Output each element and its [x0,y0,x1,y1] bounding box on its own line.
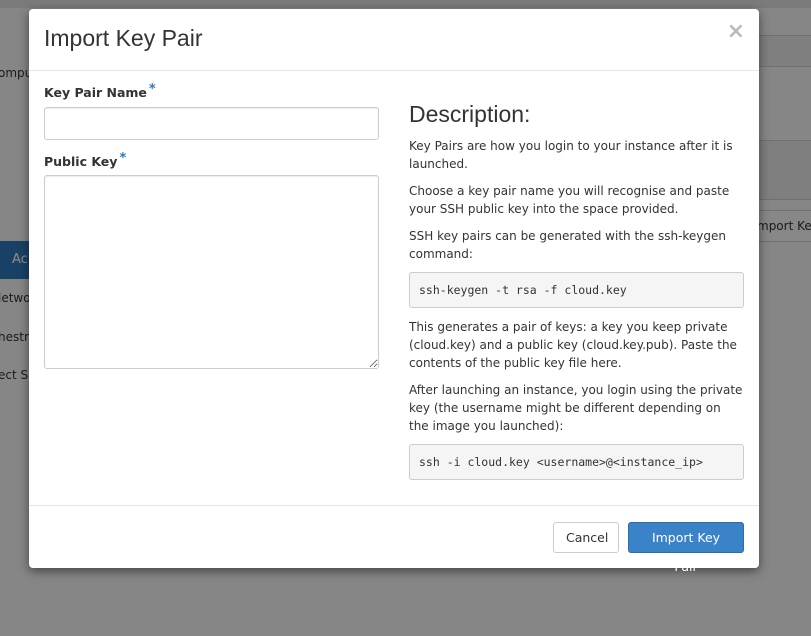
import-key-pair-dialog: Import Key Pair × Key Pair Name * Public … [29,9,759,574]
ssh-login-code-block: ssh -i cloud.key <username>@<instance_ip… [409,444,744,480]
description-panel: Description: Key Pairs are how you login… [409,101,744,490]
description-paragraph: Key Pairs are how you login to your inst… [409,139,733,171]
public-key-textarea[interactable] [44,175,379,369]
key-pair-name-input[interactable] [44,107,379,140]
public-key-label: Public Key * [44,151,379,169]
cancel-button[interactable]: Cancel [553,522,619,553]
modal-footer: Cancel Import Key Pair [29,505,759,574]
required-marker: * [148,82,156,97]
description-paragraph: Choose a key pair name you will recognis… [409,184,730,216]
key-pair-name-label-text: Key Pair Name [44,85,147,100]
import-key-pair-button[interactable]: Import Key Pair [628,522,744,574]
key-pair-name-label: Key Pair Name * [44,82,379,100]
required-marker: * [119,151,127,166]
modal-header: Import Key Pair × [29,9,759,71]
description-title: Description: [409,101,531,127]
description-paragraph: SSH key pairs can be generated with the … [409,229,727,261]
modal-body: Key Pair Name * Public Key * Description: … [29,71,759,504]
import-form: Key Pair Name * Public Key * [44,82,379,369]
description-paragraph: After launching an instance, you login u… [409,383,743,433]
close-icon[interactable]: × [727,19,745,44]
public-key-label-text: Public Key [44,154,118,169]
description-paragraph: This generates a pair of keys: a key you… [409,320,737,370]
modal-title: Import Key Pair [44,25,203,51]
keygen-code-block: ssh-keygen -t rsa -f cloud.key [409,272,744,308]
